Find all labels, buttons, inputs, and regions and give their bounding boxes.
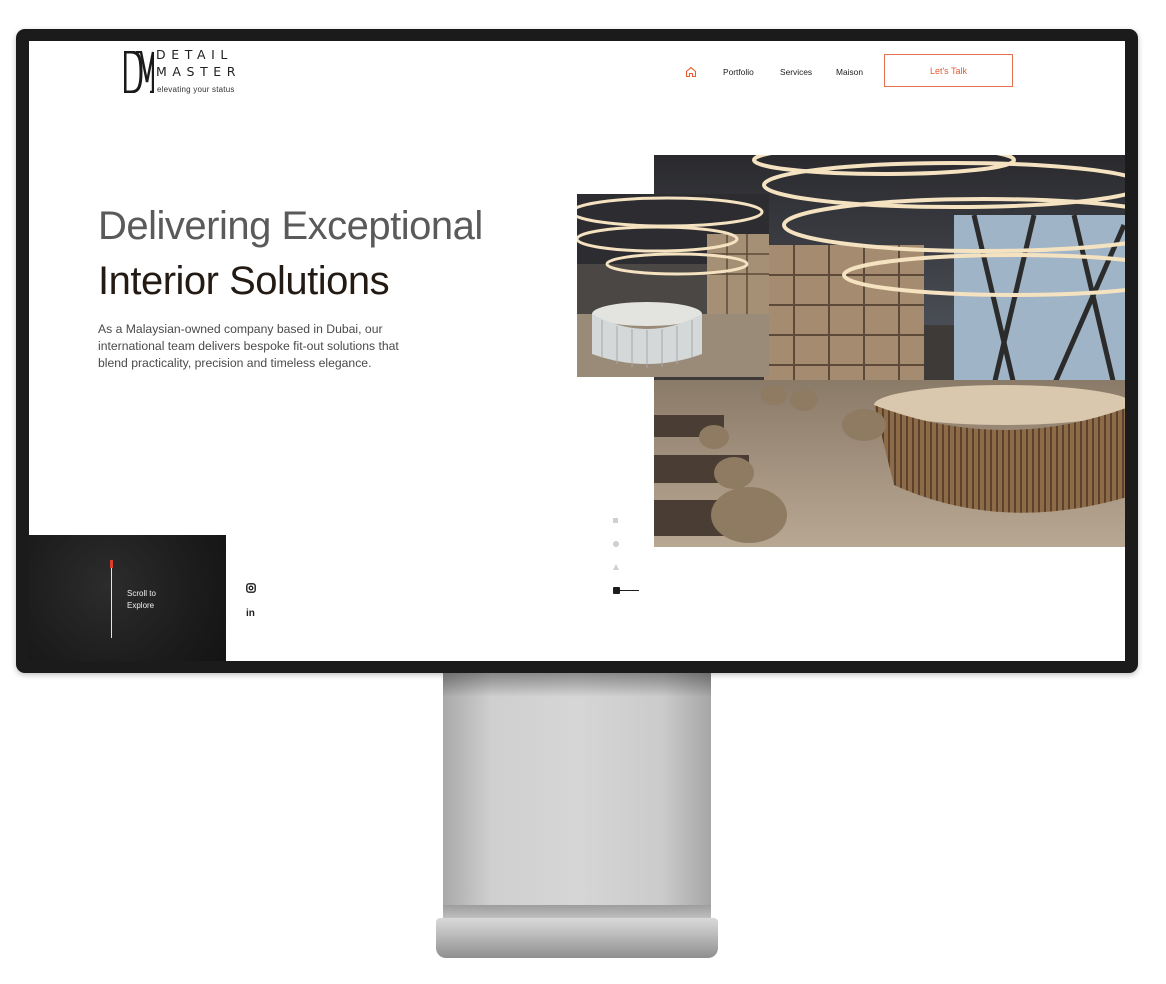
slider-dot-1[interactable]: [613, 518, 618, 523]
hero-inset-image: [577, 194, 769, 377]
slider-dot-2[interactable]: [613, 541, 619, 547]
website-screen: DETAIL MASTER elevating your status Port…: [29, 41, 1125, 661]
lets-talk-button[interactable]: Let's Talk: [884, 54, 1013, 87]
scroll-indicator-line: [111, 562, 112, 638]
home-icon[interactable]: [685, 66, 697, 78]
brand-logo[interactable]: DETAIL MASTER elevating your status: [124, 48, 235, 97]
monitor-stand-neck: [443, 673, 711, 918]
scroll-indicator-marker: [110, 560, 113, 568]
nav-item-portfolio[interactable]: Portfolio: [723, 67, 754, 77]
slider-dot-active[interactable]: [613, 587, 641, 595]
slider-dot-3[interactable]: [613, 564, 619, 570]
nav-item-maison[interactable]: Maison: [836, 67, 863, 77]
monitor-stand-foot: [436, 918, 718, 958]
logo-mark-icon: [124, 51, 154, 93]
logo-tagline: elevating your status: [157, 85, 235, 94]
instagram-icon[interactable]: [246, 583, 256, 593]
scroll-to-explore-panel[interactable]: Scroll to Explore: [29, 535, 226, 661]
scroll-to-explore-text: Scroll to Explore: [127, 589, 156, 610]
hero-title-line2: Interior Solutions: [98, 259, 390, 303]
hero-title-line1: Delivering Exceptional: [98, 204, 483, 248]
hero-description: As a Malaysian-owned company based in Du…: [98, 322, 399, 370]
logo-wordmark: DETAIL MASTER: [156, 47, 242, 79]
nav-item-services[interactable]: Services: [780, 67, 812, 77]
linkedin-icon[interactable]: in: [246, 608, 255, 619]
